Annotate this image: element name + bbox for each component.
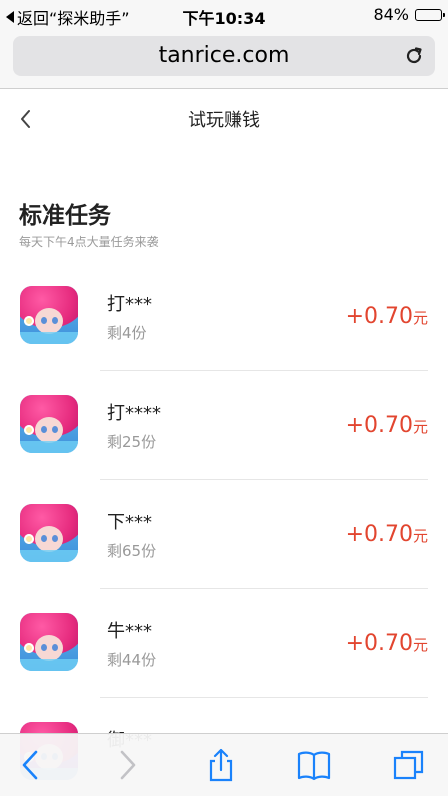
icon-face bbox=[35, 635, 63, 661]
section-subtitle: 每天下午4点大量任务来袭 bbox=[19, 235, 159, 249]
reward-unit: 元 bbox=[412, 527, 428, 545]
task-name: 打*** bbox=[107, 294, 152, 315]
icon-water bbox=[20, 332, 78, 344]
reward-amount: +0.70 bbox=[345, 413, 413, 438]
icon-eye bbox=[41, 535, 47, 542]
forward-icon[interactable] bbox=[110, 748, 144, 782]
task-name: 牛*** bbox=[107, 621, 152, 642]
icon-flower bbox=[24, 534, 34, 544]
reward-unit: 元 bbox=[412, 636, 428, 654]
icon-flower bbox=[24, 425, 34, 435]
task-row[interactable]: 下*** 剩65份 +0.70元 bbox=[0, 480, 448, 589]
task-name: 打**** bbox=[107, 403, 161, 424]
icon-face bbox=[35, 308, 63, 334]
reward-unit: 元 bbox=[412, 309, 428, 327]
task-row[interactable]: 打**** 剩25份 +0.70元 bbox=[0, 371, 448, 480]
icon-eye bbox=[52, 426, 58, 433]
task-name: 下*** bbox=[107, 512, 152, 533]
back-icon[interactable] bbox=[14, 748, 48, 782]
game-app-icon bbox=[20, 395, 78, 453]
icon-water bbox=[20, 550, 78, 562]
browser-address-area: tanrice.com bbox=[0, 30, 448, 89]
page-header: 试玩赚钱 bbox=[0, 90, 448, 148]
reward-amount: +0.70 bbox=[345, 522, 413, 547]
battery-status: 84% bbox=[373, 5, 445, 24]
section-title: 标准任务 bbox=[19, 203, 111, 229]
reward-unit: 元 bbox=[412, 418, 428, 436]
task-reward: +0.70元 bbox=[346, 631, 428, 656]
share-icon[interactable] bbox=[204, 748, 238, 782]
bookmarks-icon[interactable] bbox=[297, 748, 331, 782]
icon-face bbox=[35, 417, 63, 443]
icon-face bbox=[35, 526, 63, 552]
task-remaining: 剩25份 bbox=[107, 433, 157, 451]
icon-eye bbox=[41, 317, 47, 324]
task-list: 打*** 剩4份 +0.70元 打**** 剩25份 +0.70元 下*** 剩65份 +0.7… bbox=[0, 262, 448, 807]
task-row[interactable]: 打*** 剩4份 +0.70元 bbox=[0, 262, 448, 371]
game-app-icon bbox=[20, 286, 78, 344]
task-remaining: 剩44份 bbox=[107, 651, 157, 669]
icon-eye bbox=[52, 644, 58, 651]
icon-water bbox=[20, 659, 78, 671]
address-bar[interactable]: tanrice.com bbox=[13, 36, 435, 76]
task-reward: +0.70元 bbox=[346, 304, 428, 329]
browser-toolbar bbox=[0, 733, 448, 796]
game-app-icon bbox=[20, 613, 78, 671]
icon-eye bbox=[41, 426, 47, 433]
status-bar: 返回“探米助手” 下午10:34 84% bbox=[0, 0, 448, 30]
icon-eye bbox=[52, 317, 58, 324]
game-app-icon bbox=[20, 504, 78, 562]
url-text: tanrice.com bbox=[158, 43, 290, 68]
icon-water bbox=[20, 441, 78, 453]
icon-eye bbox=[41, 644, 47, 651]
battery-icon bbox=[415, 8, 445, 21]
task-remaining: 剩4份 bbox=[107, 324, 147, 342]
tabs-icon[interactable] bbox=[392, 748, 426, 782]
task-reward: +0.70元 bbox=[346, 522, 428, 547]
icon-eye bbox=[52, 535, 58, 542]
icon-flower bbox=[24, 316, 34, 326]
task-remaining: 剩65份 bbox=[107, 542, 157, 560]
task-row[interactable]: 牛*** 剩44份 +0.70元 bbox=[0, 589, 448, 698]
battery-percent: 84% bbox=[373, 5, 409, 24]
task-reward: +0.70元 bbox=[346, 413, 428, 438]
reload-icon[interactable] bbox=[403, 45, 425, 67]
icon-flower bbox=[24, 643, 34, 653]
page-title: 试玩赚钱 bbox=[188, 110, 260, 131]
reward-amount: +0.70 bbox=[345, 304, 413, 329]
reward-amount: +0.70 bbox=[345, 631, 413, 656]
